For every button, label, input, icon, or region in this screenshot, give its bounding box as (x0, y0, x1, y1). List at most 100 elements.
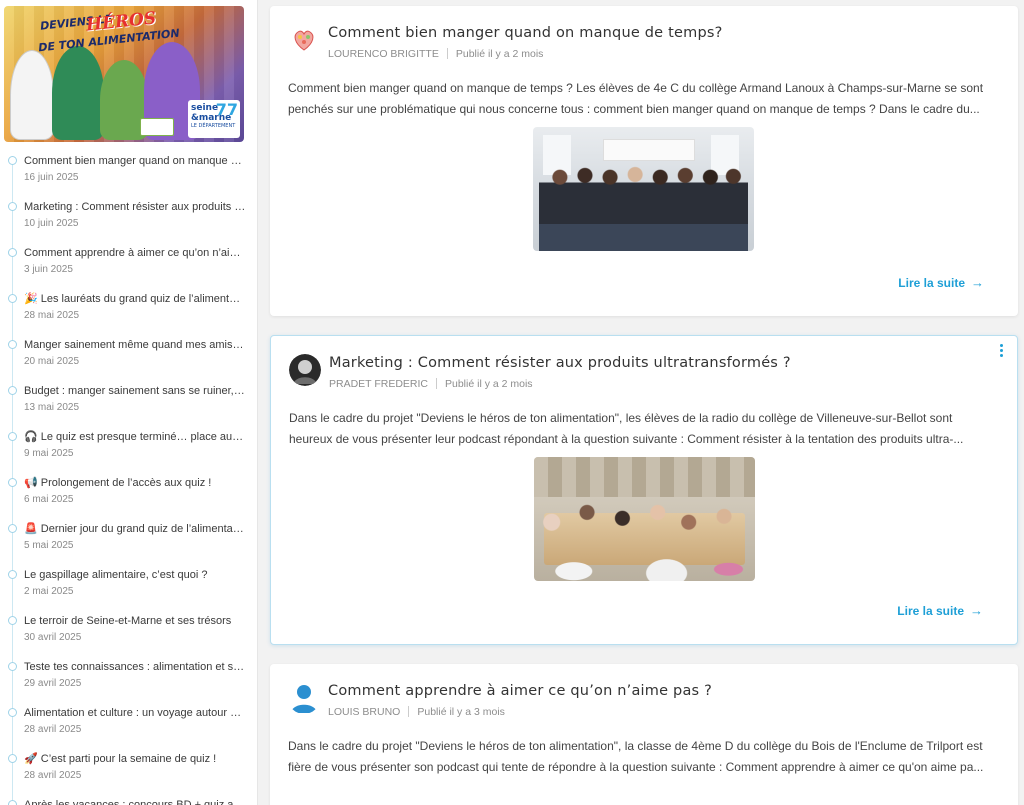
post-author: LOUIS BRUNO (328, 706, 401, 718)
timeline-item[interactable]: 🎉 Les lauréats du grand quiz de l’alimen… (0, 288, 257, 334)
timeline-item-date: 5 mai 2025 (24, 540, 74, 551)
post-card: Comment apprendre à aimer ce qu’on n’aim… (270, 664, 1018, 805)
post-title[interactable]: Marketing : Comment résister aux produit… (329, 355, 791, 371)
post-excerpt: Dans le cadre du projet "Deviens le héro… (288, 736, 1000, 778)
timeline-item-title: Comment bien manger quand on manque de t… (24, 155, 246, 167)
timeline-item[interactable]: 🚀 C’est parti pour la semaine de quiz ! 2… (0, 748, 257, 794)
timeline-item-title: Budget : manger sainement sans se ruiner… (24, 385, 246, 397)
timeline-item-title: Manger sainement même quand mes amis ne … (24, 339, 246, 351)
timeline-item[interactable]: 🎧 Le quiz est presque terminé… place au … (0, 426, 257, 472)
timeline-item-date: 3 juin 2025 (24, 264, 73, 275)
timeline-item-date: 13 mai 2025 (24, 402, 80, 413)
banner-character-hero (52, 46, 104, 140)
timeline-item[interactable]: Marketing : Comment résister aux produit… (0, 196, 257, 242)
post-title[interactable]: Comment bien manger quand on manque de t… (328, 25, 723, 41)
timeline-dot-icon (8, 478, 17, 487)
post-photo[interactable] (533, 127, 754, 251)
timeline-item-date: 9 mai 2025 (24, 448, 74, 459)
timeline-item[interactable]: 📢 Prolongement de l’accès aux quiz ! 6 ma… (0, 472, 257, 518)
post-author: PRADET FREDERIC (329, 378, 428, 390)
sidebar: DEVIENS LE HÉROS DE TON ALIMENTATION sei… (0, 0, 258, 805)
timeline-item-date: 16 juin 2025 (24, 172, 79, 183)
heart-flower-icon (288, 24, 320, 56)
timeline-dot-icon (8, 800, 17, 805)
timeline-dot-icon (8, 248, 17, 257)
timeline-dot-icon (8, 202, 17, 211)
timeline-dot-icon (8, 294, 17, 303)
meta-divider (408, 706, 410, 717)
read-more-label: Lire la suite (898, 276, 965, 290)
timeline-item-date: 10 juin 2025 (24, 218, 79, 229)
timeline-item-title: 🚨 Dernier jour du grand quiz de l’alimen… (24, 523, 246, 535)
project-banner-image[interactable]: DEVIENS LE HÉROS DE TON ALIMENTATION sei… (4, 6, 244, 142)
posts-timeline: Comment bien manger quand on manque de t… (0, 150, 257, 805)
timeline-dot-icon (8, 570, 17, 579)
timeline-item[interactable]: Teste tes connaissances : alimentation e… (0, 656, 257, 702)
post-card: Comment bien manger quand on manque de t… (270, 6, 1018, 316)
logo-number: 77 (215, 100, 238, 119)
excerpt-line: heureux de vous présenter leur podcast r… (289, 432, 964, 446)
more-options-icon[interactable] (997, 344, 1005, 360)
arrow-right-icon: → (970, 603, 983, 618)
timeline-item-date: 28 avril 2025 (24, 770, 82, 781)
post-meta: LOUIS BRUNO Publié il y a 3 mois (328, 706, 505, 718)
default-user-icon (288, 682, 320, 714)
post-photo[interactable] (534, 457, 755, 581)
post-meta: PRADET FREDERIC Publié il y a 2 mois (329, 378, 533, 390)
timeline-item-title: 🚀 C’est parti pour la semaine de quiz ! (24, 753, 217, 765)
timeline-item-title: Le terroir de Seine-et-Marne et ses trés… (24, 615, 232, 627)
timeline-item-title: Comment apprendre à aimer ce qu’on n’aim… (24, 247, 246, 259)
timeline-item-date: 30 avril 2025 (24, 632, 82, 643)
timeline-item-title: Alimentation et culture : un voyage auto… (24, 707, 246, 719)
post-card: Marketing : Comment résister aux produit… (270, 335, 1018, 645)
meta-divider (436, 378, 437, 389)
timeline-dot-icon (8, 754, 17, 763)
excerpt-line: Comment bien manger quand on manque de t… (288, 81, 984, 95)
meta-divider (446, 48, 448, 59)
timeline-item-date: 2 mai 2025 (24, 586, 74, 597)
partner-logo (140, 118, 174, 136)
timeline-dot-icon (8, 340, 17, 349)
post-title[interactable]: Comment apprendre à aimer ce qu’on n’aim… (328, 683, 712, 699)
timeline-item[interactable]: Budget : manger sainement sans se ruiner… (0, 380, 257, 426)
banner-character-chef (10, 50, 54, 140)
timeline-item[interactable]: 🚨 Dernier jour du grand quiz de l’alimen… (0, 518, 257, 564)
read-more-link[interactable]: Lire la suite → (898, 275, 984, 290)
post-published: Publié il y a 2 mois (445, 378, 533, 390)
photo-whiteboard (603, 139, 695, 161)
timeline-item[interactable]: Comment apprendre à aimer ce qu’on n’aim… (0, 242, 257, 288)
timeline-item-title: 🎧 Le quiz est presque terminé… place au … (24, 431, 246, 443)
photo-students (539, 161, 748, 251)
timeline-item-title: Marketing : Comment résister aux produit… (24, 201, 246, 213)
timeline-item-date: 20 mai 2025 (24, 356, 80, 367)
timeline-item[interactable]: Le terroir de Seine-et-Marne et ses trés… (0, 610, 257, 656)
timeline-item[interactable]: Après les vacances : concours BD + quiz … (0, 794, 257, 805)
timeline-item-date: 6 mai 2025 (24, 494, 74, 505)
post-meta: LOURENCO BRIGITTE Publié il y a 2 mois (328, 48, 543, 60)
timeline-item-title: Après les vacances : concours BD + quiz … (24, 799, 246, 805)
timeline-dot-icon (8, 156, 17, 165)
excerpt-line: Dans le cadre du projet "Deviens le héro… (289, 411, 953, 425)
post-excerpt: Comment bien manger quand on manque de t… (288, 78, 1000, 120)
timeline-item[interactable]: Alimentation et culture : un voyage auto… (0, 702, 257, 748)
timeline-item-title: Teste tes connaissances : alimentation e… (24, 661, 246, 673)
timeline-item[interactable]: Le gaspillage alimentaire, c’est quoi ? 2… (0, 564, 257, 610)
timeline-item-date: 28 avril 2025 (24, 724, 82, 735)
classroom-photo (534, 457, 755, 581)
timeline-dot-icon (8, 432, 17, 441)
arrow-right-icon: → (971, 275, 984, 290)
read-more-link[interactable]: Lire la suite → (897, 603, 983, 618)
timeline-item[interactable]: Comment bien manger quand on manque de t… (0, 150, 257, 196)
timeline-dot-icon (8, 524, 17, 533)
class-group-photo (533, 127, 754, 251)
department-logo: seine &marne LE DÉPARTEMENT 77 (188, 100, 240, 138)
timeline-item-title: Le gaspillage alimentaire, c’est quoi ? (24, 569, 208, 581)
post-excerpt: Dans le cadre du projet "Deviens le héro… (289, 408, 1001, 450)
timeline-item-date: 29 avril 2025 (24, 678, 82, 689)
post-published: Publié il y a 3 mois (417, 706, 505, 718)
timeline-item[interactable]: Manger sainement même quand mes amis ne … (0, 334, 257, 380)
read-more-label: Lire la suite (897, 604, 964, 618)
post-author: LOURENCO BRIGITTE (328, 48, 439, 60)
photo-students (534, 483, 755, 581)
excerpt-line: penchés sur une problématique qui nous c… (288, 102, 980, 116)
